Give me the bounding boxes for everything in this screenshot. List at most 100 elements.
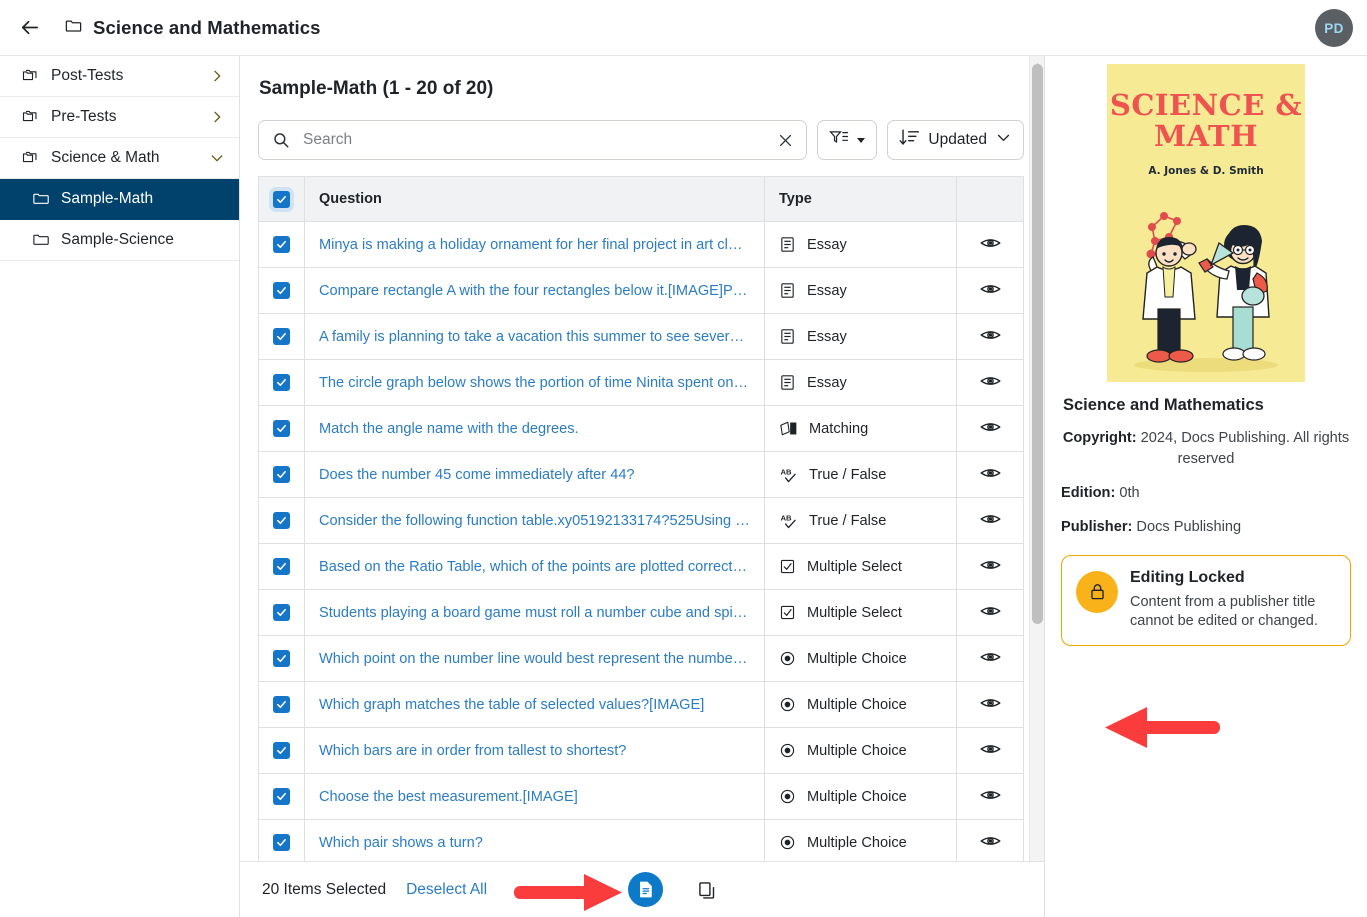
row-checkbox[interactable] bbox=[273, 466, 290, 483]
preview-cell bbox=[956, 451, 1024, 498]
scrollbar-thumb[interactable] bbox=[1032, 64, 1043, 624]
table-row[interactable]: A family is planning to take a vacation … bbox=[258, 313, 1024, 360]
row-checkbox[interactable] bbox=[273, 328, 290, 345]
row-checkbox[interactable] bbox=[273, 374, 290, 391]
search-box[interactable] bbox=[258, 120, 808, 160]
question-link[interactable]: Minya is making a holiday ornament for h… bbox=[319, 237, 750, 253]
row-checkbox[interactable] bbox=[273, 696, 290, 713]
row-checkbox[interactable] bbox=[273, 650, 290, 667]
document-add-icon[interactable] bbox=[628, 872, 664, 907]
sort-button[interactable]: Updated bbox=[887, 120, 1024, 160]
scroll-up-icon[interactable] bbox=[1033, 56, 1042, 69]
table-row[interactable]: Which pair shows a turn? Multiple Choice bbox=[258, 819, 1024, 861]
eye-icon[interactable] bbox=[980, 281, 1001, 297]
row-checkbox[interactable] bbox=[273, 834, 290, 851]
table-row[interactable]: Consider the following function table.xy… bbox=[258, 497, 1024, 544]
row-select-cell[interactable] bbox=[258, 405, 305, 452]
row-select-cell[interactable] bbox=[258, 451, 305, 498]
eye-icon[interactable] bbox=[980, 833, 1001, 849]
row-checkbox[interactable] bbox=[273, 742, 290, 759]
avatar[interactable]: PD bbox=[1315, 9, 1353, 47]
row-select-cell[interactable] bbox=[258, 773, 305, 820]
sidebar-item-label: Post-Tests bbox=[51, 67, 124, 84]
row-select-cell[interactable] bbox=[258, 635, 305, 682]
eye-icon[interactable] bbox=[980, 327, 1001, 343]
question-link[interactable]: Which point on the number line would bes… bbox=[319, 651, 750, 667]
row-select-cell[interactable] bbox=[258, 589, 305, 636]
question-link[interactable]: Consider the following function table.xy… bbox=[319, 513, 750, 529]
copy-icon[interactable] bbox=[697, 880, 717, 900]
row-select-cell[interactable] bbox=[258, 267, 305, 314]
select-all-checkbox[interactable] bbox=[273, 190, 290, 208]
eye-icon[interactable] bbox=[980, 557, 1001, 573]
row-select-cell[interactable] bbox=[258, 543, 305, 590]
eye-icon[interactable] bbox=[980, 465, 1001, 481]
question-link[interactable]: Based on the Ratio Table, which of the p… bbox=[319, 559, 750, 575]
question-link[interactable]: Which pair shows a turn? bbox=[319, 835, 750, 851]
chevron-right-icon[interactable] bbox=[209, 109, 225, 125]
row-select-cell[interactable] bbox=[258, 359, 305, 406]
type-cell: Multiple Choice bbox=[764, 635, 957, 682]
row-select-cell[interactable] bbox=[258, 681, 305, 728]
table-row[interactable]: Which point on the number line would bes… bbox=[258, 635, 1024, 682]
eye-icon[interactable] bbox=[980, 787, 1001, 803]
question-link[interactable]: Does the number 45 come immediately afte… bbox=[319, 467, 750, 483]
eye-icon[interactable] bbox=[980, 603, 1001, 619]
eye-icon[interactable] bbox=[980, 511, 1001, 527]
filter-button[interactable] bbox=[817, 120, 878, 160]
sidebar-item-pre-tests[interactable]: Pre-Tests bbox=[0, 97, 239, 138]
row-select-cell[interactable] bbox=[258, 313, 305, 360]
eye-icon[interactable] bbox=[980, 695, 1001, 711]
table-row[interactable]: Based on the Ratio Table, which of the p… bbox=[258, 543, 1024, 590]
eye-icon[interactable] bbox=[980, 235, 1001, 251]
row-checkbox[interactable] bbox=[273, 604, 290, 621]
row-checkbox[interactable] bbox=[273, 282, 290, 299]
row-checkbox[interactable] bbox=[273, 788, 290, 805]
column-header-type[interactable]: Type bbox=[764, 176, 957, 222]
column-header-question[interactable]: Question bbox=[304, 176, 765, 222]
question-link[interactable]: The circle graph below shows the portion… bbox=[319, 375, 750, 391]
question-link[interactable]: Which bars are in order from tallest to … bbox=[319, 743, 750, 759]
row-checkbox[interactable] bbox=[273, 512, 290, 529]
back-arrow-icon[interactable] bbox=[14, 13, 44, 43]
table-row[interactable]: Students playing a board game must roll … bbox=[258, 589, 1024, 636]
sidebar-item-post-tests[interactable]: Post-Tests bbox=[0, 56, 239, 97]
eye-icon[interactable] bbox=[980, 649, 1001, 665]
question-link[interactable]: Students playing a board game must roll … bbox=[319, 605, 750, 621]
question-link[interactable]: A family is planning to take a vacation … bbox=[319, 329, 750, 345]
type-wrap: Multiple Select bbox=[779, 558, 942, 575]
vertical-scrollbar[interactable] bbox=[1029, 56, 1044, 917]
question-link[interactable]: Choose the best measurement.[IMAGE] bbox=[319, 789, 750, 805]
table-row[interactable]: Compare rectangle A with the four rectan… bbox=[258, 267, 1024, 314]
sidebar-item-science-math[interactable]: Science & Math bbox=[0, 138, 239, 179]
row-select-cell[interactable] bbox=[258, 221, 305, 268]
question-link[interactable]: Compare rectangle A with the four rectan… bbox=[319, 283, 750, 299]
table-row[interactable]: The circle graph below shows the portion… bbox=[258, 359, 1024, 406]
chevron-down-icon[interactable] bbox=[209, 150, 225, 166]
table-row[interactable]: Minya is making a holiday ornament for h… bbox=[258, 221, 1024, 268]
table-row[interactable]: Which bars are in order from tallest to … bbox=[258, 727, 1024, 774]
search-input[interactable] bbox=[301, 130, 776, 150]
row-checkbox[interactable] bbox=[273, 420, 290, 437]
row-select-cell[interactable] bbox=[258, 819, 305, 861]
chevron-right-icon[interactable] bbox=[209, 68, 225, 84]
table-row[interactable]: Which graph matches the table of selecte… bbox=[258, 681, 1024, 728]
row-checkbox[interactable] bbox=[273, 236, 290, 253]
table-row[interactable]: Choose the best measurement.[IMAGE] Multi… bbox=[258, 773, 1024, 820]
eye-icon[interactable] bbox=[980, 741, 1001, 757]
row-select-cell[interactable] bbox=[258, 497, 305, 544]
question-link[interactable]: Which graph matches the table of selecte… bbox=[319, 697, 750, 713]
cover-title-line2: MATH bbox=[1154, 119, 1258, 154]
close-icon[interactable] bbox=[775, 132, 796, 149]
sidebar-item-sample-science[interactable]: Sample-Science bbox=[0, 220, 239, 261]
table-row[interactable]: Match the angle name with the degrees. Ma… bbox=[258, 405, 1024, 452]
sidebar-item-sample-math[interactable]: Sample-Math bbox=[0, 179, 239, 220]
eye-icon[interactable] bbox=[980, 373, 1001, 389]
row-checkbox[interactable] bbox=[273, 558, 290, 575]
table-row[interactable]: Does the number 45 come immediately afte… bbox=[258, 451, 1024, 498]
row-select-cell[interactable] bbox=[258, 727, 305, 774]
deselect-all-button[interactable]: Deselect All bbox=[406, 881, 487, 899]
question-link[interactable]: Match the angle name with the degrees. bbox=[319, 421, 750, 437]
eye-icon[interactable] bbox=[980, 419, 1001, 435]
list-title: Sample-Math (1 - 20 of 20) bbox=[259, 78, 494, 99]
